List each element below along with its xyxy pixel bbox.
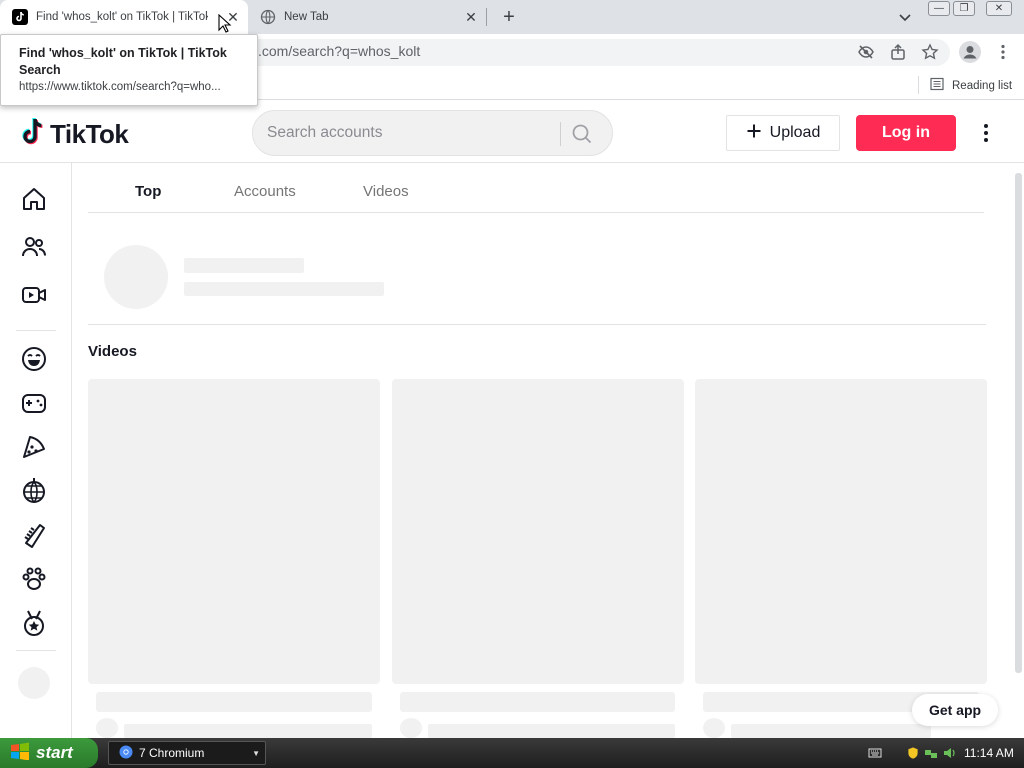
tiktok-favicon-icon <box>12 9 28 25</box>
search-bar <box>252 110 613 156</box>
home-icon[interactable] <box>20 185 48 213</box>
dance-icon[interactable] <box>20 477 48 505</box>
tab-top[interactable]: Top <box>135 183 161 200</box>
tab-hover-tooltip: Find 'whos_kolt' on TikTok | TikTok Sear… <box>0 34 258 106</box>
tooltip-url: https://www.tiktok.com/search?q=who... <box>19 81 221 93</box>
videos-heading: Videos <box>88 343 137 360</box>
tab-accounts[interactable]: Accounts <box>234 183 296 200</box>
keyboard-icon[interactable] <box>868 746 882 760</box>
sports-icon[interactable] <box>20 609 48 637</box>
security-shield-icon[interactable] <box>906 746 920 760</box>
search-divider <box>560 122 561 146</box>
windows-taskbar: start 7 Chromium ▼ 11:14 AM <box>0 738 1024 768</box>
sidebar-divider <box>16 330 56 331</box>
tab-search-chevron-icon[interactable] <box>896 8 914 26</box>
video-card-skeleton <box>392 379 684 684</box>
eye-off-icon[interactable] <box>857 43 875 61</box>
search-input[interactable] <box>267 123 547 143</box>
mouse-cursor-icon <box>218 13 232 39</box>
account-skeleton-line <box>184 258 304 273</box>
windows-logo-icon <box>10 742 30 765</box>
reading-list-button[interactable]: Reading list <box>930 77 1012 94</box>
tab-divider <box>486 8 487 26</box>
page-scrollbar[interactable] <box>1013 163 1024 738</box>
more-options-icon[interactable] <box>976 121 996 145</box>
scrollbar-thumb[interactable] <box>1015 173 1022 673</box>
chromium-icon <box>119 745 133 762</box>
profile-icon[interactable] <box>959 41 981 63</box>
sidebar-divider <box>16 650 56 651</box>
tab-title: Find 'whos_kolt' on TikTok | TikTok <box>36 11 208 23</box>
video-author-avatar-skeleton <box>400 718 422 738</box>
tooltip-title: Find 'whos_kolt' on TikTok | TikTok Sear… <box>19 46 227 77</box>
video-author-skeleton <box>731 724 931 738</box>
comedy-icon[interactable] <box>20 345 48 373</box>
avatar-placeholder <box>18 667 50 699</box>
browser-menu-icon[interactable] <box>994 43 1012 61</box>
taskbar-clock: 11:14 AM <box>964 746 1014 760</box>
browser-tab-tiktok[interactable]: Find 'whos_kolt' on TikTok | TikTok ✕ <box>0 0 248 34</box>
close-tab-icon[interactable]: ✕ <box>464 10 478 24</box>
video-author-avatar-skeleton <box>96 718 118 738</box>
network-icon[interactable] <box>924 746 938 760</box>
new-tab-button[interactable]: + <box>498 6 520 28</box>
upload-label: Upload <box>769 124 821 141</box>
share-icon[interactable] <box>889 43 907 61</box>
dropdown-arrow-icon: ▼ <box>252 749 260 758</box>
beauty-icon[interactable] <box>20 521 48 549</box>
plus-icon <box>746 123 762 144</box>
section-divider <box>88 324 986 325</box>
tab-videos[interactable]: Videos <box>363 183 409 200</box>
tiktok-logo[interactable]: TikTok <box>20 117 129 152</box>
browser-tab-newtab[interactable]: New Tab ✕ <box>248 0 486 34</box>
upload-button[interactable]: Upload <box>726 115 840 151</box>
live-icon[interactable] <box>20 281 48 309</box>
video-card-skeleton <box>88 379 380 684</box>
get-app-button[interactable]: Get app <box>912 694 998 726</box>
logo-wordmark: TikTok <box>50 119 129 149</box>
search-result-tabs: Top Accounts Videos <box>88 163 984 213</box>
start-label: start <box>36 743 73 762</box>
login-button[interactable]: Log in <box>856 115 956 151</box>
video-card-skeleton <box>695 379 987 684</box>
food-icon[interactable] <box>20 433 48 461</box>
globe-icon <box>260 9 276 25</box>
tab-title: New Tab <box>284 11 329 23</box>
start-button[interactable]: start <box>0 738 98 768</box>
reading-list-label: Reading list <box>952 79 1013 92</box>
bookmarks-divider <box>918 76 919 94</box>
tiktok-note-icon <box>20 117 46 152</box>
gaming-icon[interactable] <box>20 389 48 417</box>
tiktok-header: TikTok Upload Log in <box>0 101 1024 163</box>
video-author-skeleton <box>428 724 675 738</box>
account-skeleton-avatar <box>104 245 168 309</box>
bookmark-star-icon[interactable] <box>921 43 939 61</box>
following-icon[interactable] <box>20 233 48 261</box>
volume-icon[interactable] <box>942 746 956 760</box>
video-author-skeleton <box>124 724 372 738</box>
sidebar <box>0 163 72 738</box>
minimize-button[interactable]: — <box>928 1 950 16</box>
animals-icon[interactable] <box>20 565 48 593</box>
video-caption-skeleton <box>400 692 675 712</box>
browser-tab-strip: Find 'whos_kolt' on TikTok | TikTok ✕ Ne… <box>0 0 1024 34</box>
search-icon[interactable] <box>571 123 593 145</box>
maximize-button[interactable]: ❐ <box>953 1 975 16</box>
url-text[interactable]: .com/search?q=whos_kolt <box>258 43 420 59</box>
reading-list-icon <box>930 77 944 94</box>
taskbar-item-label: 7 Chromium <box>139 746 205 760</box>
close-window-button[interactable]: ✕ <box>986 1 1012 16</box>
video-caption-skeleton <box>96 692 372 712</box>
account-skeleton-line <box>184 282 384 296</box>
taskbar-chromium-button[interactable]: 7 Chromium ▼ <box>108 741 266 765</box>
video-author-avatar-skeleton <box>703 718 725 738</box>
